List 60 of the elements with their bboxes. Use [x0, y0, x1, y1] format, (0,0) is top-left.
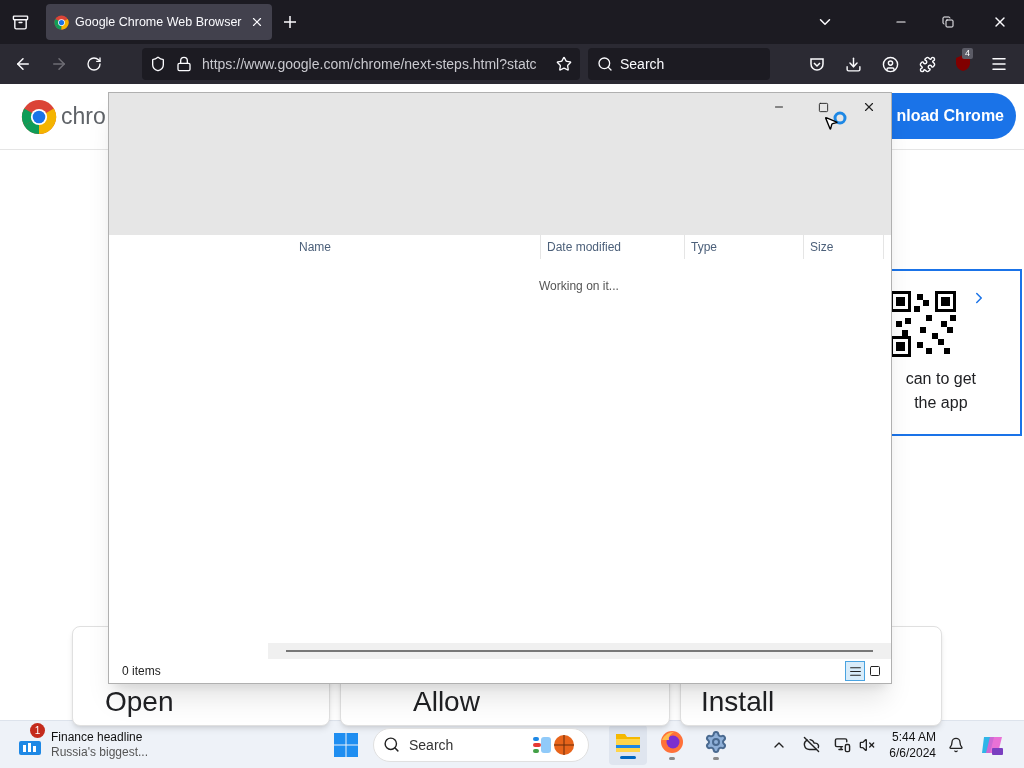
column-header[interactable]: Name: [109, 235, 541, 259]
list-icon: [848, 664, 862, 678]
settings-icon: [704, 729, 728, 754]
close-icon[interactable]: [862, 100, 876, 114]
clock-time[interactable]: 5:44 AM: [891, 728, 936, 745]
horizontal-scrollbar[interactable]: [268, 643, 891, 659]
reload-icon[interactable]: [86, 56, 102, 72]
speaker-muted-icon[interactable]: [859, 736, 876, 753]
scrollbar-thumb[interactable]: [286, 650, 873, 652]
step-title: Install: [701, 685, 775, 719]
widget-title[interactable]: Finance headline: [51, 729, 181, 745]
step-title: Allow: [413, 685, 480, 719]
chrome-logo-icon: [54, 14, 69, 30]
column-header[interactable]: Size: [804, 235, 884, 259]
windows-start-icon[interactable]: [334, 732, 358, 757]
chrome-logo-icon: [21, 98, 57, 135]
card-text: the app: [914, 393, 968, 413]
tab-title: Google Chrome Web Browser: [75, 13, 243, 31]
maximize-icon[interactable]: [818, 102, 829, 113]
menu-icon[interactable]: [990, 55, 1008, 73]
status-message: Working on it...: [539, 279, 619, 293]
pocket-icon[interactable]: [809, 56, 825, 72]
notification-badge: 4: [962, 48, 973, 59]
plus-icon: [282, 14, 298, 30]
tray-icon: [11, 13, 29, 31]
loading-spinner-icon: [833, 111, 847, 125]
item-count: 0 items: [122, 663, 162, 680]
details-view-button[interactable]: [845, 661, 865, 681]
cursor-icon: [823, 115, 839, 131]
search-field[interactable]: Search: [588, 48, 770, 80]
clock-date[interactable]: 6/6/2024: [889, 744, 936, 761]
taskbar-app[interactable]: [609, 724, 647, 765]
square-icon: [869, 665, 881, 677]
widget-subtitle[interactable]: Russia's biggest...: [51, 744, 181, 760]
puzzle-icon[interactable]: [919, 55, 936, 73]
notification-badge: 1: [30, 722, 45, 738]
address-bar[interactable]: https://www.google.com/chrome/next-steps.html?statc: [142, 48, 580, 80]
star-icon[interactable]: [556, 56, 572, 72]
step-title: Open: [105, 685, 174, 719]
column-header[interactable]: Date modified: [541, 235, 685, 259]
logo-text: chro: [61, 102, 106, 132]
card-text: can to get: [905, 369, 976, 389]
search-icon: [383, 735, 400, 753]
taskbar-search-field[interactable]: Search: [373, 727, 589, 762]
download-icon[interactable]: [845, 55, 862, 73]
search-icon: [597, 56, 613, 72]
bell-icon[interactable]: [948, 736, 964, 753]
back-icon[interactable]: [14, 55, 32, 73]
shield-icon: [150, 56, 166, 72]
lock-icon: [176, 56, 192, 72]
search-highlight-icon: [533, 733, 575, 756]
url-text: https://www.google.com/chrome/next-steps.html?statc: [202, 54, 538, 74]
browser-tab[interactable]: Google Chrome Web Browser: [46, 4, 272, 40]
close-icon[interactable]: [250, 15, 264, 29]
restore-icon[interactable]: [942, 16, 954, 28]
firefox-icon: [660, 729, 684, 754]
monitor-icon[interactable]: [834, 736, 852, 753]
account-icon[interactable]: [882, 55, 899, 73]
cloud-off-icon[interactable]: [803, 736, 821, 753]
column-header[interactable]: Type: [685, 235, 804, 259]
